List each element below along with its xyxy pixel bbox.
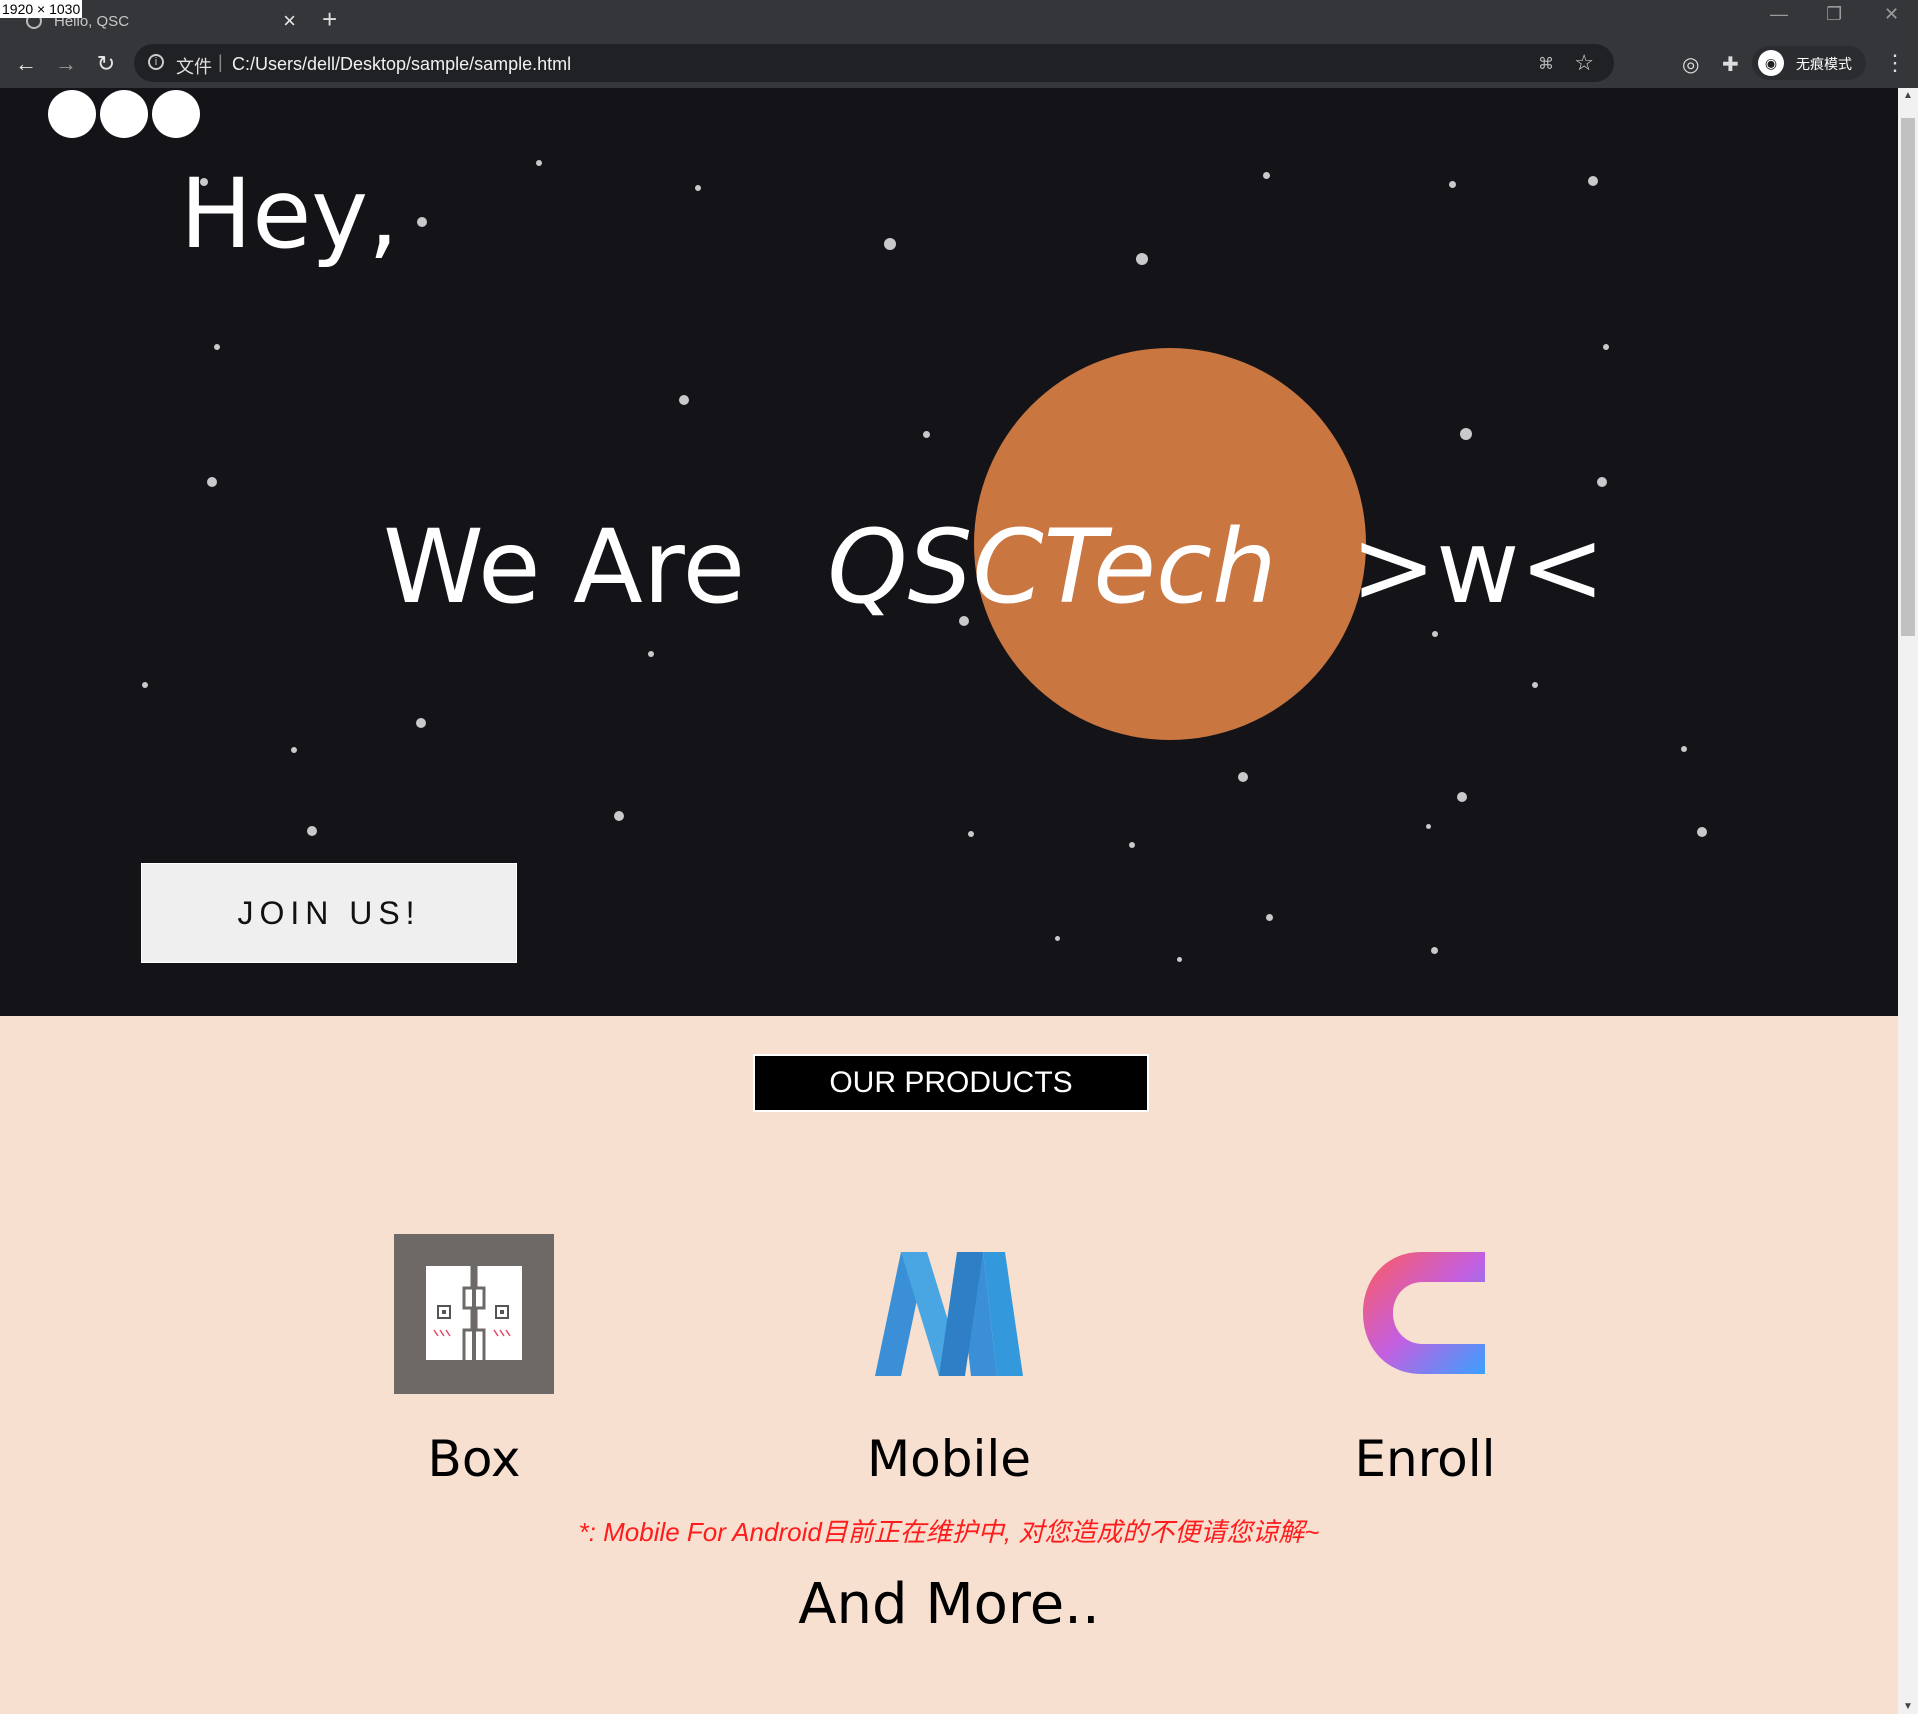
star bbox=[1697, 827, 1707, 837]
star bbox=[923, 431, 930, 438]
star bbox=[1136, 253, 1148, 265]
product-label: Box bbox=[427, 1430, 521, 1488]
star bbox=[207, 477, 217, 487]
logo-blob bbox=[152, 90, 200, 138]
star bbox=[1597, 477, 1607, 487]
incognito-indicator[interactable]: ◉ 无痕模式 bbox=[1752, 46, 1866, 80]
star bbox=[1263, 172, 1270, 179]
star bbox=[1426, 824, 1431, 829]
logo-blob bbox=[48, 90, 96, 138]
forward-button[interactable]: → bbox=[50, 48, 82, 80]
address-separator: | bbox=[218, 52, 223, 72]
star bbox=[536, 160, 542, 166]
hero-section: Hey, We Are QSCTech >w< JOIN US! bbox=[0, 88, 1898, 1016]
star bbox=[1266, 914, 1273, 921]
products-section: OUR PRODUCTS Box Mobile Enroll *: Mobile… bbox=[0, 1016, 1898, 1714]
incognito-label: 无痕模式 bbox=[1796, 57, 1852, 73]
product-label: Mobile bbox=[866, 1430, 1031, 1488]
star bbox=[307, 826, 317, 836]
new-tab-button[interactable]: + bbox=[322, 4, 337, 35]
scroll-up-arrow[interactable]: ▲ bbox=[1903, 90, 1913, 101]
star bbox=[142, 682, 148, 688]
products-title: OUR PRODUCTS bbox=[753, 1054, 1149, 1112]
browser-tabstrip: Hello, QSC × + — ❐ ✕ bbox=[0, 0, 1918, 40]
star bbox=[695, 185, 701, 191]
star bbox=[1431, 947, 1438, 954]
browser-toolbar: ← → ↻ i 文件 | C:/Users/dell/Desktop/sampl… bbox=[0, 40, 1918, 88]
scrollbar-thumb[interactable] bbox=[1901, 118, 1915, 636]
extension-glasses-icon[interactable]: ◎ bbox=[1682, 52, 1699, 77]
page-scrollbar[interactable]: ▲ ▼ bbox=[1898, 88, 1918, 1714]
star bbox=[1129, 842, 1135, 848]
minimize-button[interactable]: — bbox=[1770, 4, 1788, 25]
star bbox=[1432, 631, 1438, 637]
dimension-badge: 1920 × 1030 bbox=[0, 0, 83, 18]
star bbox=[291, 747, 297, 753]
extensions-puzzle-icon[interactable]: ✚ bbox=[1722, 52, 1739, 77]
tab-close-button[interactable]: × bbox=[283, 8, 296, 34]
address-url[interactable]: C:/Users/dell/Desktop/sample/sample.html bbox=[232, 54, 571, 75]
star bbox=[648, 651, 654, 657]
star bbox=[1177, 957, 1182, 962]
address-bar[interactable]: i 文件 | C:/Users/dell/Desktop/sample/samp… bbox=[134, 44, 1614, 82]
star bbox=[1055, 936, 1060, 941]
hero-headline: We Are QSCTech >w< bbox=[383, 508, 1605, 627]
headline-emoticon: >w< bbox=[1350, 508, 1606, 627]
star bbox=[679, 395, 689, 405]
box-app-icon bbox=[394, 1234, 554, 1394]
logo-blob bbox=[100, 90, 148, 138]
site-info-icon[interactable]: i bbox=[148, 54, 164, 70]
star bbox=[214, 344, 220, 350]
star bbox=[416, 718, 426, 728]
star bbox=[1532, 682, 1538, 688]
bookmark-star-icon[interactable]: ☆ bbox=[1574, 50, 1594, 76]
star bbox=[968, 831, 974, 837]
headline-prefix: We Are bbox=[383, 508, 746, 627]
star bbox=[1681, 746, 1687, 752]
star bbox=[1238, 772, 1248, 782]
hero-greeting: Hey, bbox=[180, 158, 399, 270]
browser-menu-button[interactable]: ⋮ bbox=[1884, 50, 1906, 76]
star bbox=[1460, 428, 1472, 440]
enroll-c-icon bbox=[1363, 1252, 1485, 1374]
incognito-icon: ◉ bbox=[1758, 50, 1784, 76]
restore-button[interactable]: ❐ bbox=[1826, 4, 1842, 25]
address-scheme: 文件 bbox=[176, 57, 212, 78]
scroll-down-arrow[interactable]: ▼ bbox=[1903, 1701, 1913, 1712]
and-more-heading: And More.. bbox=[798, 1572, 1100, 1637]
star bbox=[614, 811, 624, 821]
star bbox=[417, 217, 427, 227]
reload-button[interactable]: ↻ bbox=[90, 48, 122, 80]
star bbox=[1449, 181, 1456, 188]
box-face-icon bbox=[433, 1266, 511, 1360]
maintenance-note: *: Mobile For Android目前正在维护中, 对您造成的不便请您谅… bbox=[578, 1517, 1320, 1547]
star bbox=[1603, 344, 1609, 350]
star bbox=[1588, 176, 1598, 186]
close-window-button[interactable]: ✕ bbox=[1884, 4, 1899, 25]
back-button[interactable]: ← bbox=[10, 48, 42, 80]
mobile-m-icon bbox=[875, 1252, 1023, 1376]
headline-brand: QSCTech bbox=[827, 508, 1277, 627]
star bbox=[884, 238, 896, 250]
translate-icon[interactable]: ⌘ bbox=[1538, 54, 1554, 74]
join-us-button[interactable]: JOIN US! bbox=[141, 863, 517, 963]
product-label: Enroll bbox=[1354, 1430, 1496, 1488]
star bbox=[1457, 792, 1467, 802]
